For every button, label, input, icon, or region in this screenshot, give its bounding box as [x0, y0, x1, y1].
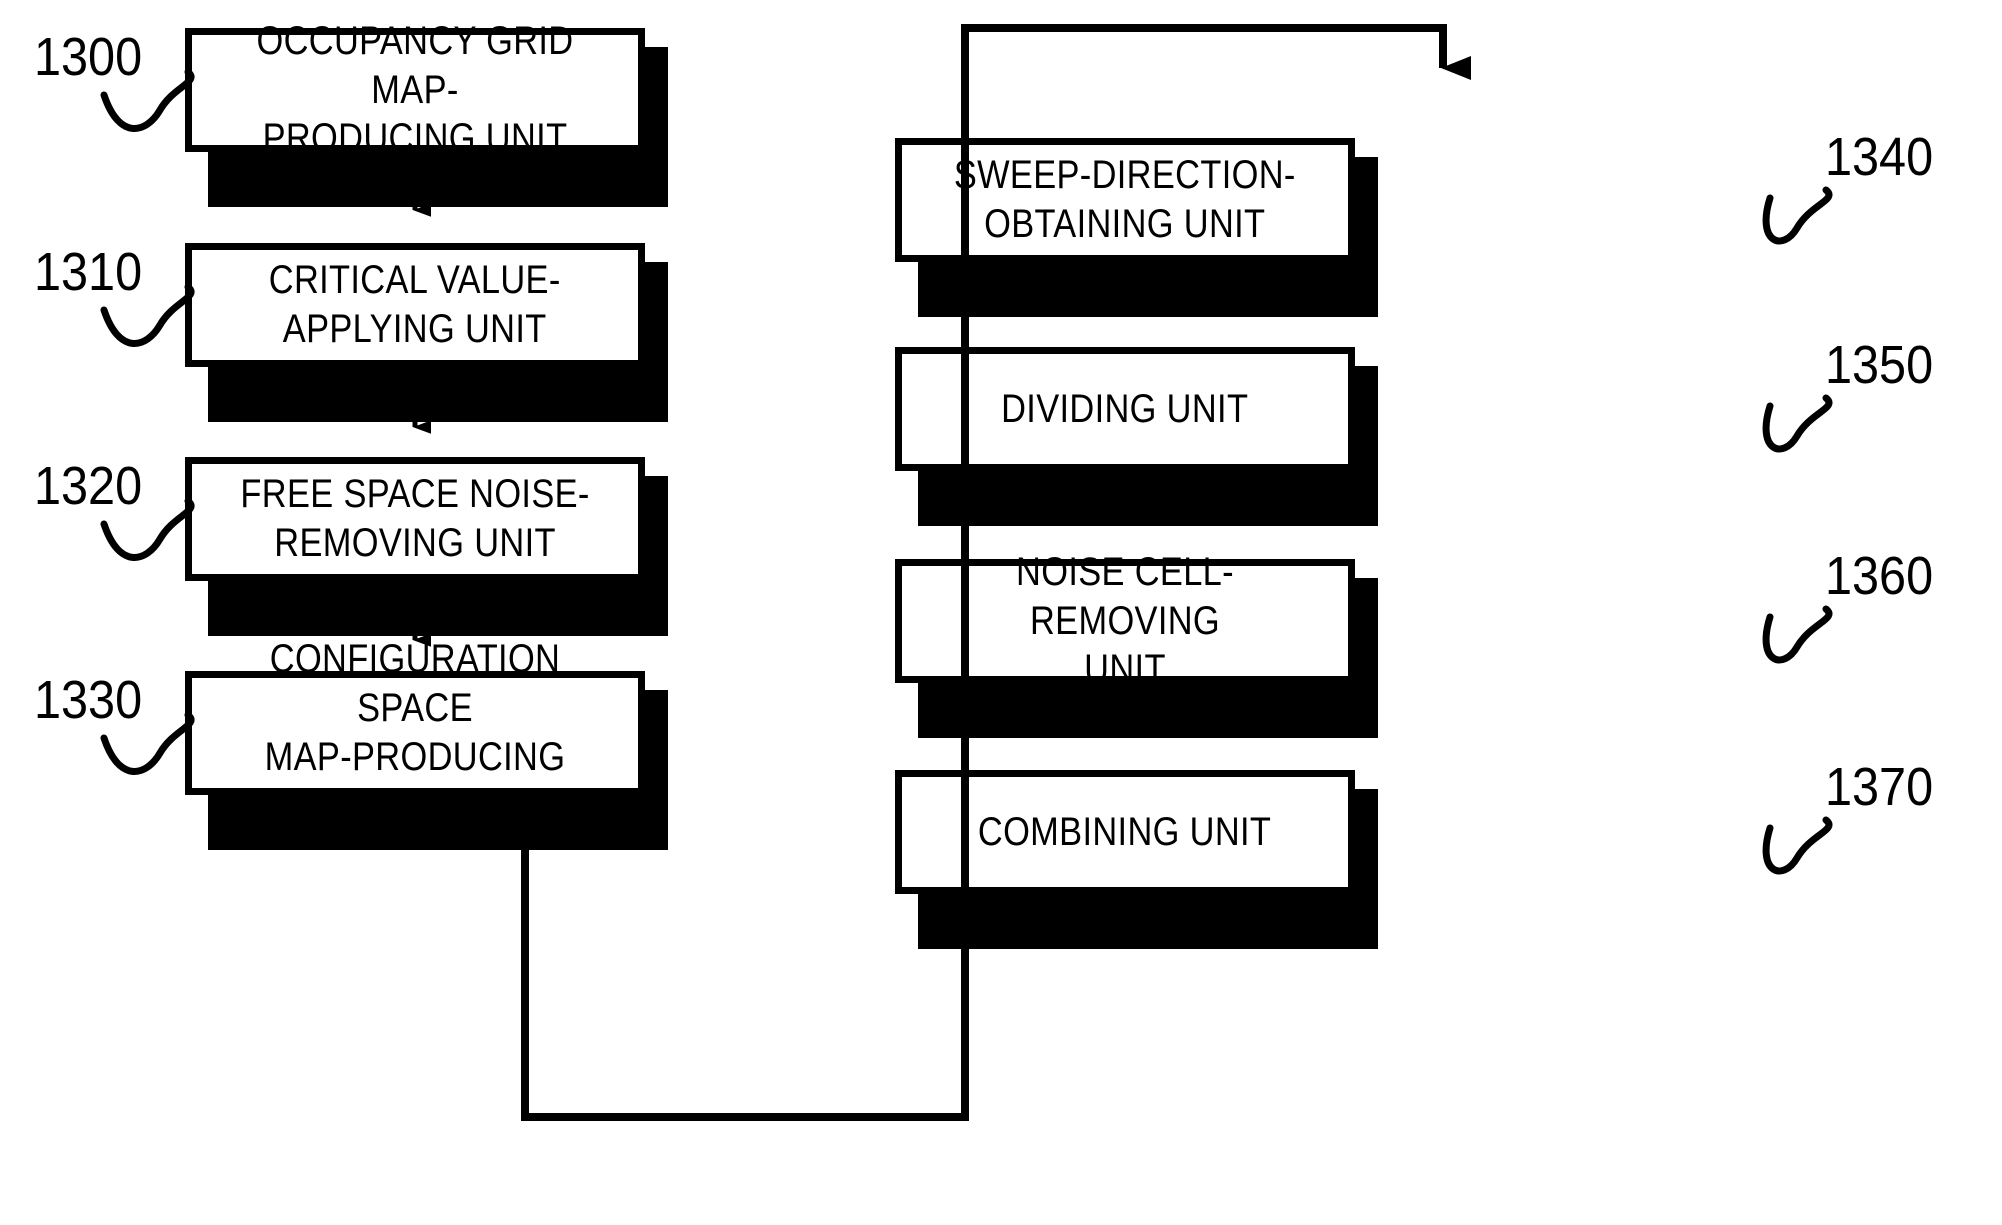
node-1330[interactable]: CONFIGURATION SPACE MAP-PRODUCING UNIT: [185, 637, 645, 828]
node-1300-label: OCCUPANCY GRID MAP- PRODUCING UNIT: [256, 18, 574, 161]
ref-numeral-1310: 1310: [34, 242, 143, 302]
node-1300[interactable]: OCCUPANCY GRID MAP- PRODUCING UNIT: [185, 19, 645, 160]
node-1350[interactable]: DIVIDING UNIT: [895, 347, 1355, 471]
node-1370[interactable]: COMBINING UNIT: [895, 770, 1355, 894]
node-1340-label: SWEEP-DIRECTION- OBTAINING UNIT: [954, 153, 1296, 246]
node-1350-label: DIVIDING UNIT: [1001, 386, 1249, 431]
leader-1340: [1762, 186, 1833, 245]
leader-1370: [1762, 816, 1833, 875]
ref-numeral-1340: 1340: [1825, 127, 1934, 187]
node-1320-label: FREE SPACE NOISE- REMOVING UNIT: [240, 472, 590, 565]
ref-numeral-1350: 1350: [1825, 335, 1934, 395]
node-1310-label: CRITICAL VALUE- APPLYING UNIT: [269, 258, 561, 351]
figure-canvas: OCCUPANCY GRID MAP- PRODUCING UNIT CRITI…: [0, 0, 2002, 1225]
leader-1360: [1762, 605, 1833, 664]
node-1310[interactable]: CRITICAL VALUE- APPLYING UNIT: [185, 243, 645, 367]
ref-numeral-1320: 1320: [34, 456, 143, 516]
ref-numeral-1360: 1360: [1825, 546, 1934, 606]
node-1360[interactable]: NOISE CELL-REMOVING UNIT: [895, 550, 1355, 691]
node-1320[interactable]: FREE SPACE NOISE- REMOVING UNIT: [185, 457, 645, 581]
node-1330-label: CONFIGURATION SPACE MAP-PRODUCING UNIT: [264, 637, 566, 828]
ref-numeral-1300: 1300: [34, 27, 143, 87]
node-1370-label: COMBINING UNIT: [978, 809, 1272, 854]
leader-1350: [1762, 394, 1833, 453]
node-1360-label: NOISE CELL-REMOVING UNIT: [1016, 549, 1234, 692]
ref-numeral-1370: 1370: [1825, 757, 1934, 817]
ref-numeral-1330: 1330: [34, 670, 143, 730]
node-1340[interactable]: SWEEP-DIRECTION- OBTAINING UNIT: [895, 138, 1355, 262]
